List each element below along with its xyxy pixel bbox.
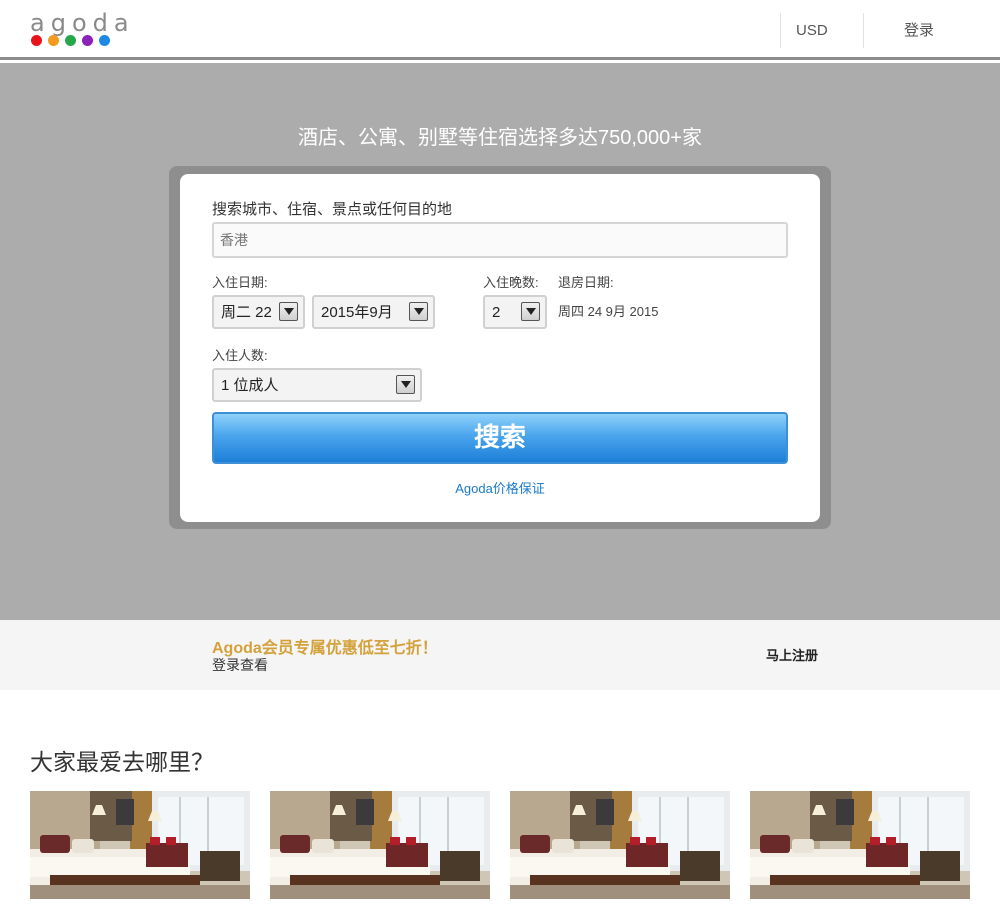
logo-wordmark: agoda bbox=[30, 9, 135, 37]
logo-dots bbox=[31, 35, 110, 46]
logo-dot-orange bbox=[48, 35, 59, 46]
checkin-label: 入住日期: bbox=[212, 275, 268, 290]
login-link[interactable]: 登录 bbox=[904, 21, 934, 41]
top-header: agoda USD 登录 bbox=[0, 0, 1000, 60]
logo-dot-blue bbox=[99, 35, 110, 46]
agoda-logo[interactable]: agoda bbox=[30, 10, 129, 50]
logo-dot-green bbox=[65, 35, 76, 46]
header-divider bbox=[863, 13, 864, 48]
chevron-down-icon bbox=[409, 302, 428, 321]
checkout-label: 退房日期: bbox=[558, 275, 614, 290]
search-button[interactable]: 搜索 bbox=[212, 412, 788, 464]
destination-input[interactable] bbox=[212, 222, 788, 258]
destination-card[interactable] bbox=[750, 791, 970, 899]
price-guarantee-link[interactable]: Agoda价格保证 bbox=[180, 481, 820, 497]
checkin-day-value: 周二 22 bbox=[221, 304, 272, 321]
destination-label: 搜索城市、住宿、景点或任何目的地 bbox=[212, 201, 453, 218]
checkout-date: 周四 24 9月 2015 bbox=[558, 304, 659, 319]
chevron-down-icon bbox=[521, 302, 540, 321]
destination-card[interactable] bbox=[30, 791, 250, 899]
popular-destinations-title: 大家最爱去哪里？ bbox=[30, 749, 214, 775]
destination-card[interactable] bbox=[270, 791, 490, 899]
hero-title: 酒店、公寓、别墅等住宿选择多达750,000+家 bbox=[298, 127, 702, 149]
hero-section: 酒店、公寓、别墅等住宿选择多达750,000+家 搜索城市、住宿、景点或任何目的… bbox=[0, 63, 1000, 620]
member-login-link[interactable]: 登录查看 bbox=[212, 657, 268, 674]
currency-selector[interactable]: USD bbox=[796, 21, 828, 41]
search-box-frame: 搜索城市、住宿、景点或任何目的地 入住日期: 周二 22 2015年9月 入住晚… bbox=[169, 166, 831, 529]
search-form: 搜索城市、住宿、景点或任何目的地 入住日期: 周二 22 2015年9月 入住晚… bbox=[180, 174, 820, 522]
destination-card[interactable] bbox=[510, 791, 730, 899]
member-promo-title: Agoda会员专属优惠低至七折！ bbox=[212, 640, 438, 657]
logo-dot-red bbox=[31, 35, 42, 46]
nights-select[interactable]: 2 bbox=[483, 295, 547, 329]
nights-value: 2 bbox=[492, 304, 501, 321]
checkin-month-value: 2015年9月 bbox=[321, 304, 393, 321]
signup-button[interactable]: 马上注册 bbox=[766, 648, 818, 664]
guests-select[interactable]: 1 位成人 bbox=[212, 368, 422, 402]
guests-label: 入住人数: bbox=[212, 348, 268, 363]
logo-dot-purple bbox=[82, 35, 93, 46]
checkin-day-select[interactable]: 周二 22 bbox=[212, 295, 305, 329]
chevron-down-icon bbox=[279, 302, 298, 321]
guests-value: 1 位成人 bbox=[221, 377, 279, 394]
chevron-down-icon bbox=[396, 375, 415, 394]
nights-label: 入住晚数: bbox=[483, 275, 539, 290]
header-divider bbox=[780, 13, 781, 48]
checkin-month-select[interactable]: 2015年9月 bbox=[312, 295, 435, 329]
member-promo-banner: Agoda会员专属优惠低至七折！ 登录查看 马上注册 bbox=[0, 620, 1000, 690]
